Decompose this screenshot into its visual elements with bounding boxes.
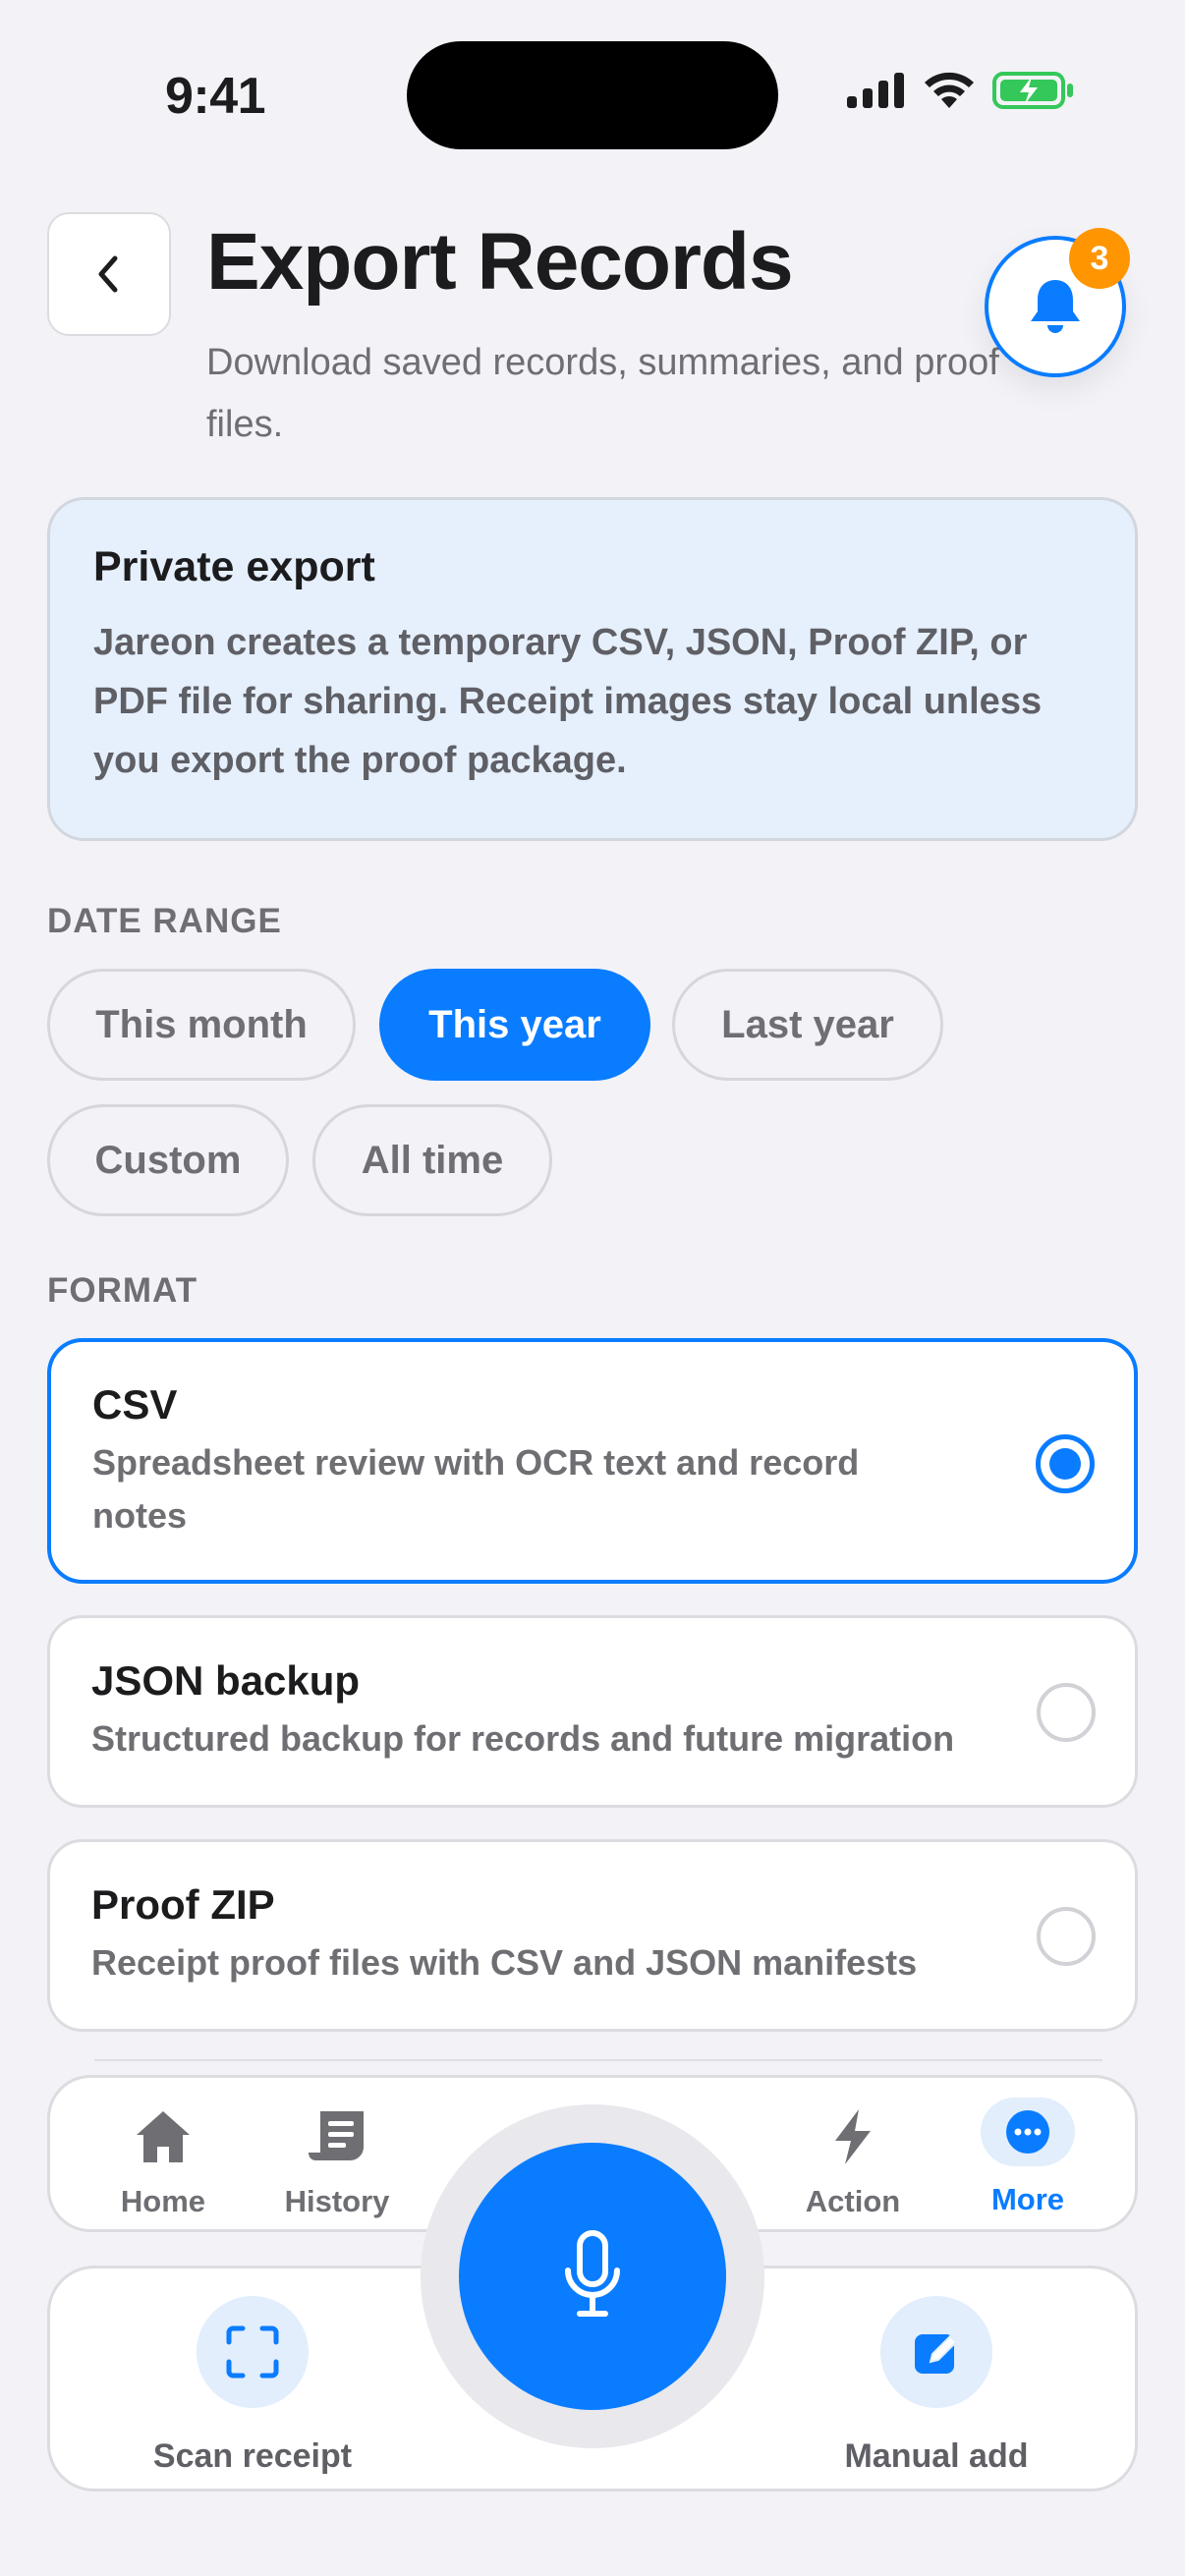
radio-unselected[interactable]	[1037, 1683, 1096, 1742]
format-option-proof-zip[interactable]: Proof ZIP Receipt proof files with CSV a…	[47, 1839, 1138, 2032]
format-option-description: Spreadsheet review with OCR text and rec…	[92, 1442, 860, 1536]
home-icon	[137, 2111, 190, 2162]
manual-add-label: Manual add	[844, 2437, 1029, 2475]
scan-receipt-button[interactable]: Scan receipt	[115, 2296, 390, 2476]
battery-icon	[992, 72, 1073, 109]
receipt-icon	[309, 2111, 364, 2160]
format-option-csv[interactable]: CSV Spreadsheet review with OCR text and…	[47, 1338, 1138, 1584]
status-icons	[847, 71, 1075, 110]
status-time: 9:41	[165, 68, 266, 125]
tab-more[interactable]: More	[944, 2098, 1111, 2217]
more-icon-bubble	[981, 2098, 1075, 2166]
tab-label: History	[284, 2184, 390, 2218]
edit-icon-circle	[880, 2296, 992, 2408]
chip-custom[interactable]: Custom	[47, 1104, 289, 1216]
format-option-description: Receipt proof files with CSV and JSON ma…	[91, 1942, 918, 1983]
chip-this-year[interactable]: This year	[379, 969, 650, 1081]
signal-icon	[847, 73, 904, 108]
date-range-label: DATE RANGE	[47, 902, 282, 940]
more-icon	[1006, 2110, 1049, 2154]
tab-history[interactable]: History	[254, 2107, 421, 2219]
back-button[interactable]	[47, 212, 171, 336]
tab-label: Action	[805, 2184, 901, 2218]
divider	[94, 2059, 1102, 2061]
chip-all-time[interactable]: All time	[312, 1104, 552, 1216]
scan-icon	[226, 2325, 279, 2379]
info-card-body: Jareon creates a temporary CSV, JSON, Pr…	[93, 622, 1043, 781]
scan-icon-circle	[197, 2296, 309, 2408]
tab-label: More	[990, 2182, 1065, 2216]
scan-receipt-label: Scan receipt	[152, 2437, 353, 2475]
notification-badge: 3	[1069, 228, 1130, 289]
format-option-title: Proof ZIP	[91, 1881, 275, 1928]
dynamic-island	[407, 41, 778, 149]
radio-selected[interactable]	[1036, 1434, 1095, 1493]
microphone-icon	[565, 2230, 620, 2317]
info-card-title: Private export	[93, 543, 375, 590]
tab-action[interactable]: Action	[769, 2107, 936, 2219]
format-option-title: CSV	[92, 1381, 178, 1428]
tab-home[interactable]: Home	[80, 2107, 247, 2219]
chip-this-month[interactable]: This month	[47, 969, 356, 1081]
manual-add-button[interactable]: Manual add	[799, 2296, 1074, 2476]
format-option-description: Structured backup for records and future…	[91, 1718, 955, 1759]
format-option-title: JSON backup	[91, 1657, 361, 1704]
page-subtitle: Download saved records, summaries, and p…	[206, 342, 999, 445]
wifi-icon	[925, 72, 974, 108]
private-export-card: Private export Jareon creates a temporar…	[47, 497, 1138, 841]
chevron-left-icon	[98, 255, 118, 293]
edit-icon	[915, 2334, 958, 2374]
radio-unselected[interactable]	[1037, 1907, 1096, 1966]
page-title: Export Records	[206, 217, 794, 307]
format-label: FORMAT	[47, 1271, 198, 1310]
chip-last-year[interactable]: Last year	[672, 969, 943, 1081]
tab-label: Home	[120, 2184, 206, 2218]
voice-record-button[interactable]	[459, 2143, 726, 2410]
bell-icon	[1031, 280, 1080, 333]
format-option-json-backup[interactable]: JSON backup Structured backup for record…	[47, 1615, 1138, 1808]
bolt-icon	[835, 2109, 871, 2164]
